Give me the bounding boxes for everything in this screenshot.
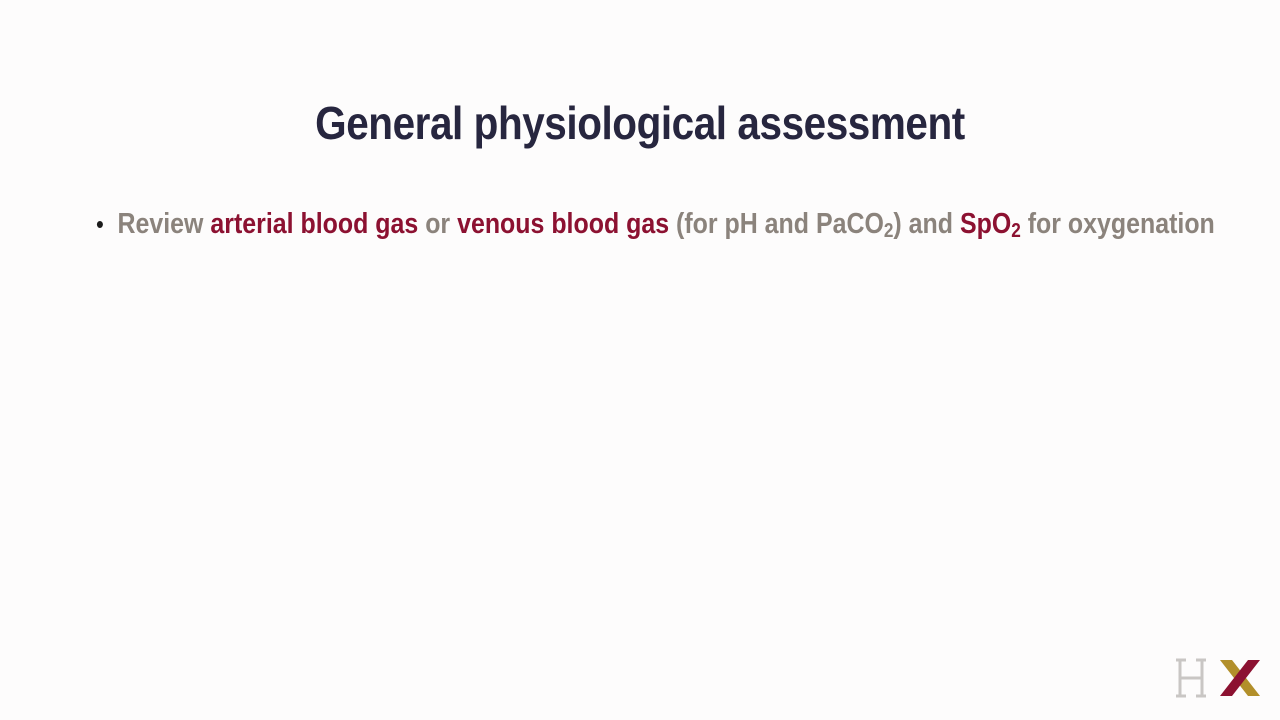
- bullet-text-and: ) and: [893, 208, 960, 240]
- bullet-text-for-oxygenation: for oxygenation: [1020, 208, 1215, 240]
- bullet-text-for-ph: (for pH and PaCO: [669, 208, 884, 240]
- subscript-2: 2: [1011, 220, 1021, 242]
- bullet-list: • Review arterial blood gas or venous blo…: [96, 208, 1246, 241]
- slide: General physiological assessment • Review…: [0, 0, 1280, 720]
- term-venous-blood-gas: venous blood gas: [457, 208, 670, 240]
- bullet-item: • Review arterial blood gas or venous blo…: [96, 208, 1253, 242]
- subscript-2: 2: [883, 220, 894, 242]
- term-arterial-blood-gas: arterial blood gas: [210, 208, 419, 240]
- slide-title: General physiological assessment: [315, 97, 965, 149]
- bullet-text-review: Review: [117, 208, 211, 240]
- term-spo2: SpO: [959, 208, 1012, 240]
- bullet-dot-icon: •: [96, 209, 104, 239]
- hx-logo-icon: [1176, 658, 1260, 698]
- bullet-text-or: or: [418, 208, 458, 240]
